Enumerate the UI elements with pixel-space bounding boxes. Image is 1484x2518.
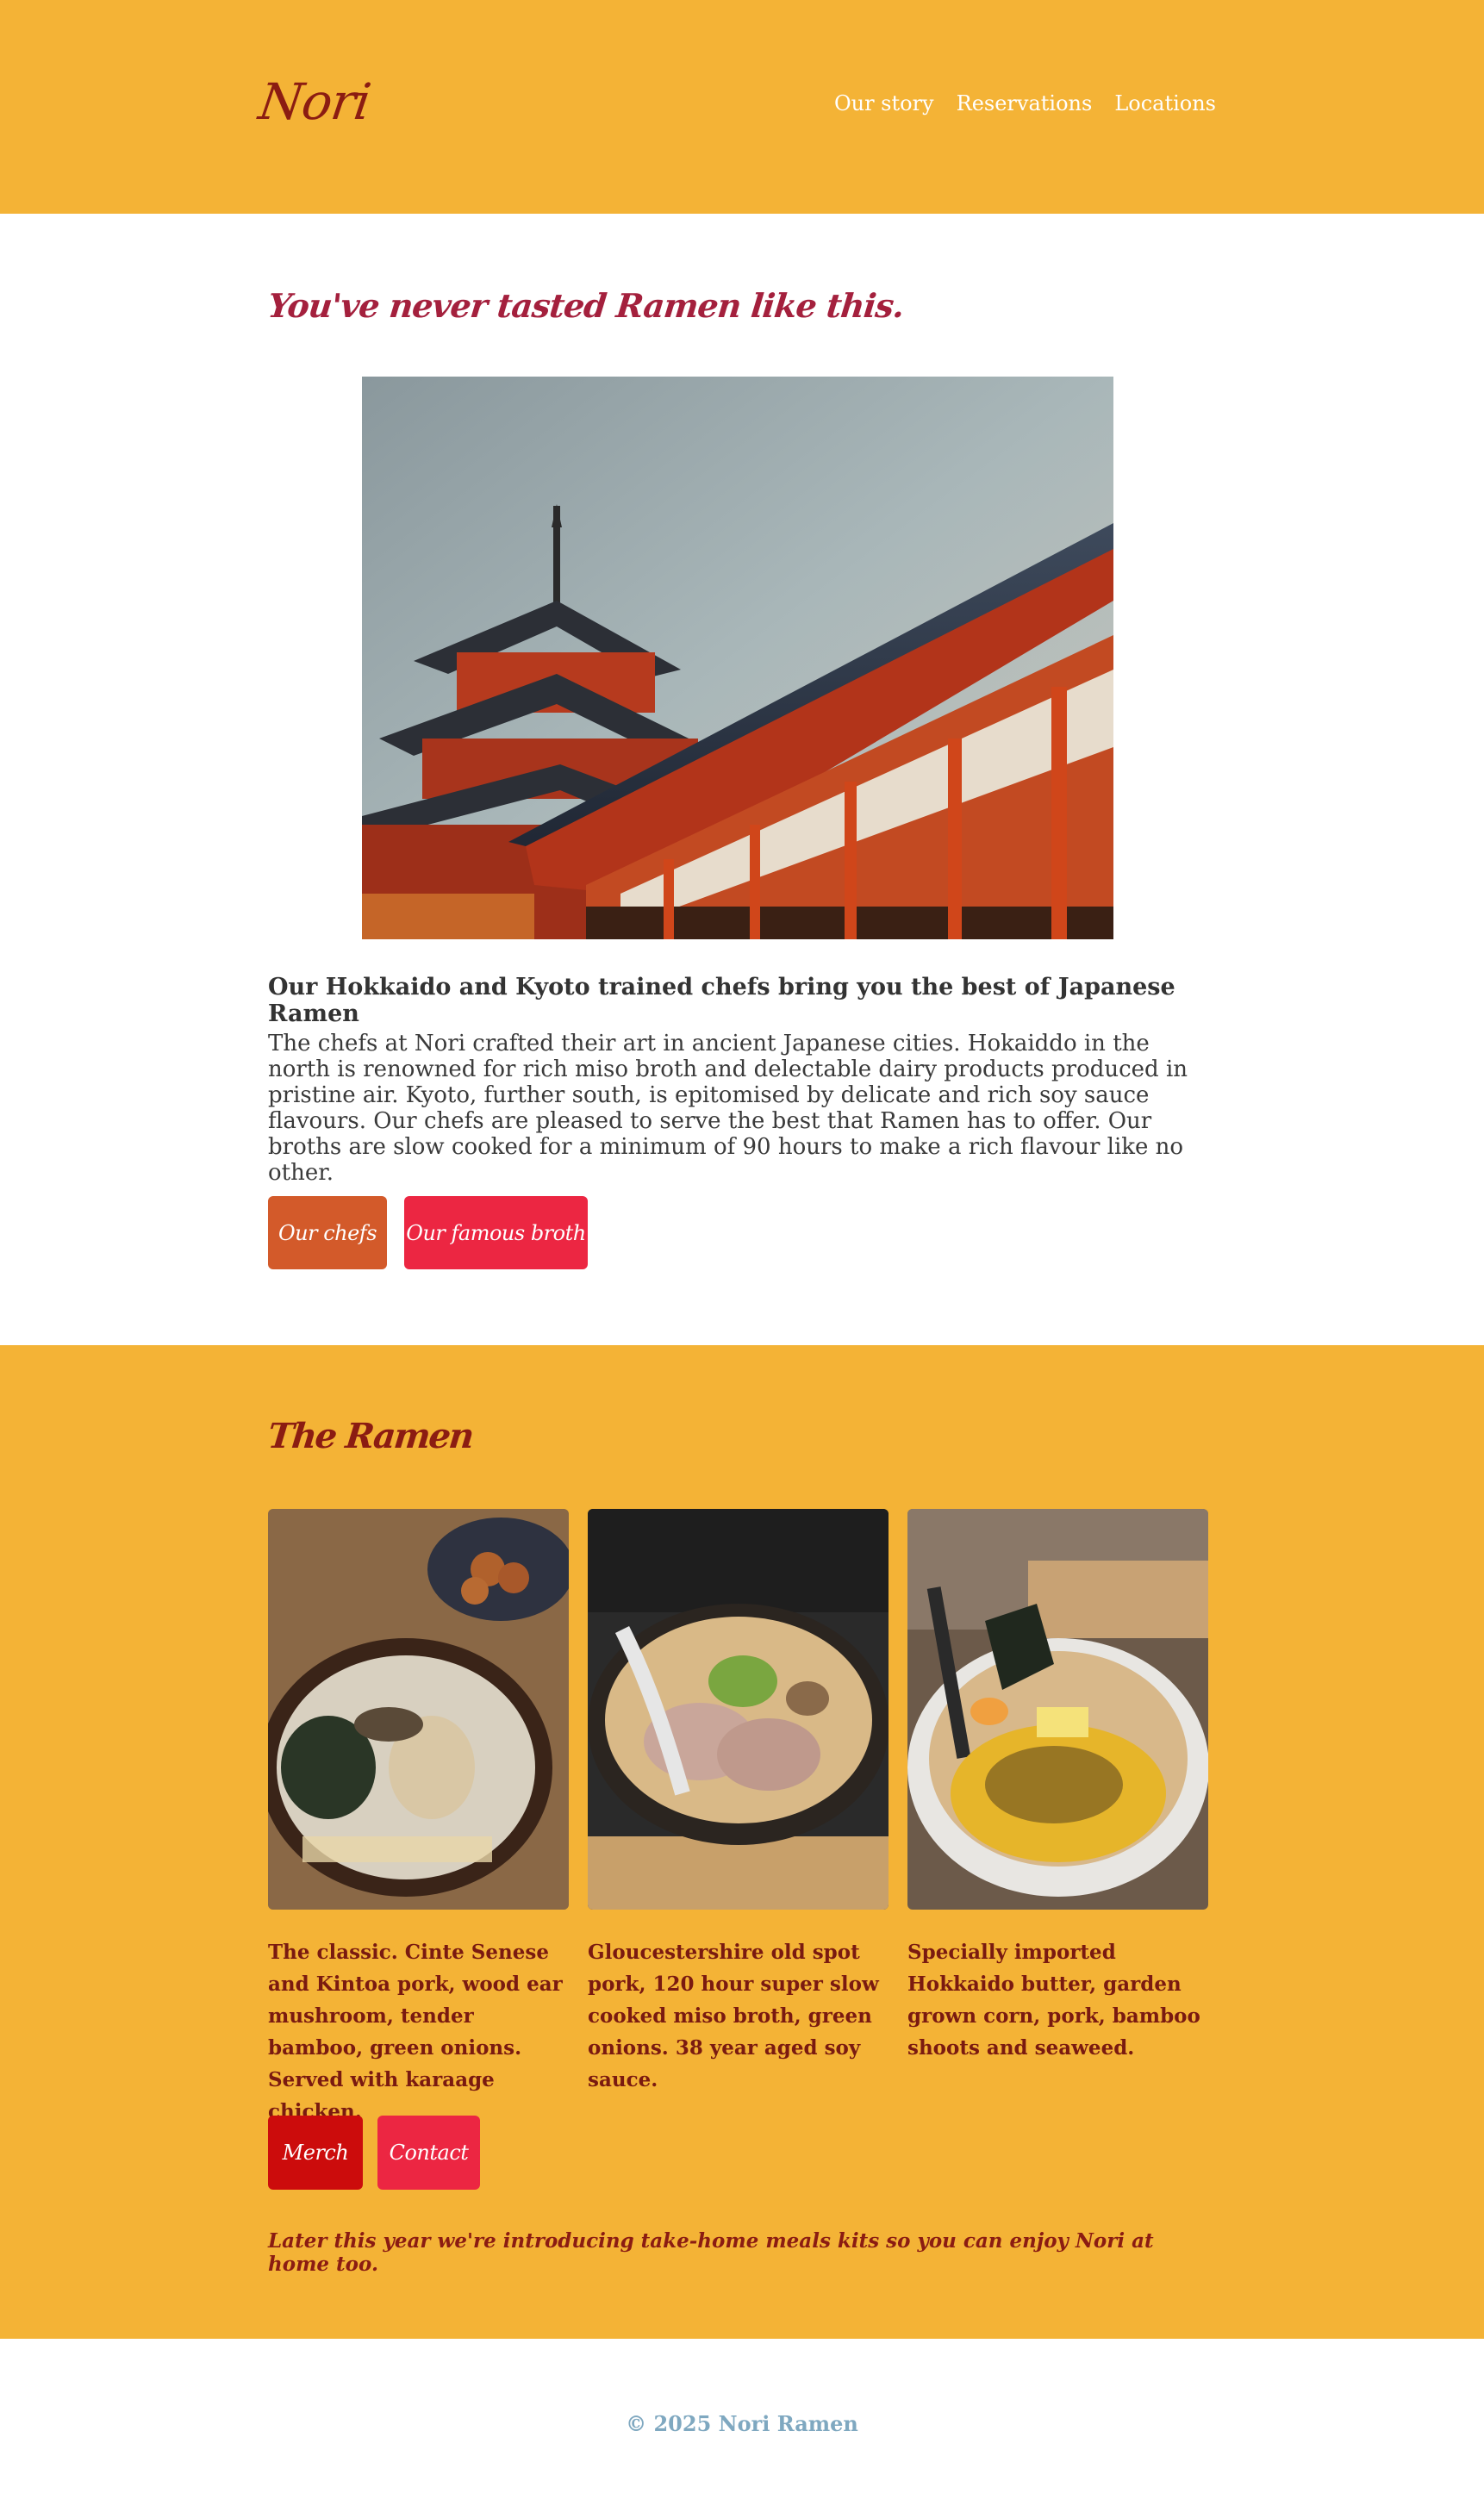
site-header: Nori Our story Reservations Locations bbox=[0, 0, 1484, 214]
merch-button[interactable]: Merch bbox=[268, 2116, 363, 2190]
ramen-photo-classic bbox=[268, 1509, 569, 1910]
hero-subhead: Our Hokkaido and Kyoto trained chefs bri… bbox=[268, 974, 1175, 1027]
hero-body-text: The chefs at Nori crafted their art in a… bbox=[268, 1031, 1188, 1186]
ramen-desc-hokkaido: Specially imported Hokkaido butter, gard… bbox=[907, 1941, 1200, 2060]
ramen-title: The Ramen bbox=[265, 1416, 475, 1456]
ramen-photo-hokkaido bbox=[907, 1509, 1208, 1910]
promo-text: Later this year we're introducing take-h… bbox=[268, 2229, 1154, 2276]
our-famous-broth-button[interactable]: Our famous broth bbox=[404, 1196, 588, 1269]
logo[interactable]: Nori bbox=[255, 72, 374, 131]
ramen-desc-classic: The classic. Cinte Senese and Kintoa por… bbox=[268, 1941, 563, 2123]
site-footer: © 2025 Nori Ramen bbox=[0, 2339, 1484, 2518]
nav-link-locations[interactable]: Locations bbox=[1114, 91, 1216, 115]
ramen-section: The Ramen The classic. Cinte Senese and … bbox=[0, 1345, 1484, 2339]
nav-link-reservations[interactable]: Reservations bbox=[957, 91, 1093, 115]
our-chefs-button[interactable]: Our chefs bbox=[268, 1196, 387, 1269]
ramen-desc-miso: Gloucestershire old spot pork, 120 hour … bbox=[588, 1941, 879, 2091]
hero-pagoda-image bbox=[362, 377, 1113, 939]
main-nav: Our story Reservations Locations bbox=[834, 91, 1216, 115]
nav-link-our-story[interactable]: Our story bbox=[834, 91, 934, 115]
ramen-photo-miso bbox=[588, 1509, 889, 1910]
copyright-text: © 2025 Nori Ramen bbox=[626, 2411, 858, 2436]
hero-section: You've never tasted Ramen like this. Our… bbox=[0, 214, 1484, 1345]
hero-tagline: You've never tasted Ramen like this. bbox=[265, 286, 906, 325]
contact-button[interactable]: Contact bbox=[377, 2116, 480, 2190]
